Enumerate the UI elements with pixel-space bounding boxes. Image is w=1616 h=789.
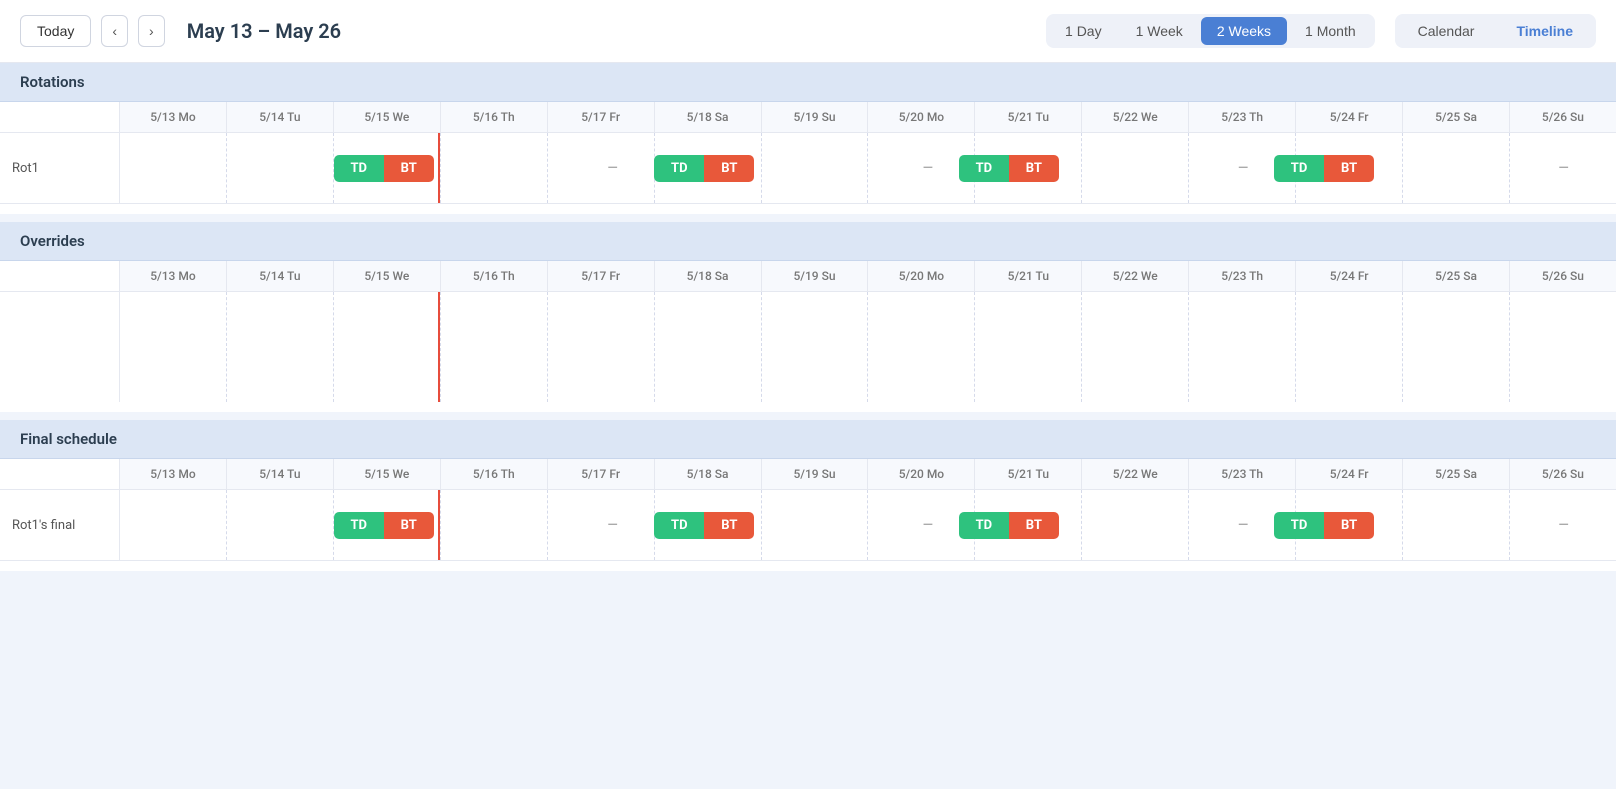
fs-col-6: 5/19 Su: [762, 459, 869, 489]
rot1-final-content: TD BT – TD BT: [120, 490, 1616, 560]
ov-col-9: 5/22 We: [1082, 261, 1189, 291]
fs-col-4: 5/17 Fr: [548, 459, 655, 489]
rot1-row: Rot1: [0, 133, 1616, 204]
view-1month[interactable]: 1 Month: [1289, 17, 1372, 45]
view-mode-group: Calendar Timeline: [1395, 14, 1596, 48]
section-div-1: [0, 214, 1616, 222]
fs-col-2: 5/15 We: [334, 459, 441, 489]
col-11: 5/24 Fr: [1296, 102, 1403, 132]
view-1day[interactable]: 1 Day: [1049, 17, 1118, 45]
fs-col-0: 5/13 Mo: [120, 459, 227, 489]
ov-col-7: 5/20 Mo: [868, 261, 975, 291]
rot1-content: TD BT – TD BT: [120, 133, 1616, 203]
col-13: 5/26 Su: [1510, 102, 1616, 132]
fs-col-3: 5/16 Th: [441, 459, 548, 489]
final-col-header-group: 5/13 Mo 5/14 Tu 5/15 We 5/16 Th 5/17 Fr …: [120, 459, 1616, 489]
col-12: 5/25 Sa: [1403, 102, 1510, 132]
rotations-grid: 5/13 Mo 5/14 Tu 5/15 We 5/16 Th 5/17 Fr …: [0, 102, 1616, 214]
col-8: 5/21 Tu: [975, 102, 1082, 132]
ov-col-8: 5/21 Tu: [975, 261, 1082, 291]
col-7: 5/20 Mo: [868, 102, 975, 132]
overrides-section: Overrides 5/13 Mo 5/14 Tu 5/15 We 5/16 T…: [0, 222, 1616, 412]
prev-button[interactable]: ‹: [101, 15, 128, 47]
fs-col-7: 5/20 Mo: [868, 459, 975, 489]
rot1-final-label: Rot1's final: [0, 490, 120, 560]
date-range: May 13 – May 26: [187, 19, 341, 43]
overrides-body: [0, 292, 1616, 402]
overrides-header: Overrides: [0, 222, 1616, 261]
rotations-padding: [0, 204, 1616, 214]
ov-col-12: 5/25 Sa: [1403, 261, 1510, 291]
overrides-body-label: [0, 292, 120, 402]
rot1-final-row: Rot1's final: [0, 490, 1616, 561]
rot1-label: Rot1: [0, 133, 120, 203]
view-period-group: 1 Day 1 Week 2 Weeks 1 Month: [1046, 14, 1375, 48]
fs-col-11: 5/24 Fr: [1296, 459, 1403, 489]
col-10: 5/23 Th: [1189, 102, 1296, 132]
final-padding: [0, 561, 1616, 571]
main-content: Rotations 5/13 Mo 5/14 Tu 5/15 We 5/16 T…: [0, 63, 1616, 789]
ov-col-0: 5/13 Mo: [120, 261, 227, 291]
final-label-empty: [0, 459, 120, 489]
ov-col-10: 5/23 Th: [1189, 261, 1296, 291]
overrides-grid: 5/13 Mo 5/14 Tu 5/15 We 5/16 Th 5/17 Fr …: [0, 261, 1616, 412]
col-4: 5/17 Fr: [548, 102, 655, 132]
view-1week[interactable]: 1 Week: [1120, 17, 1199, 45]
ov-col-2: 5/15 We: [334, 261, 441, 291]
view-timeline[interactable]: Timeline: [1496, 17, 1593, 45]
overrides-col-header-group: 5/13 Mo 5/14 Tu 5/15 We 5/16 Th 5/17 Fr …: [120, 261, 1616, 291]
fs-col-12: 5/25 Sa: [1403, 459, 1510, 489]
ov-col-6: 5/19 Su: [762, 261, 869, 291]
section-div-2: [0, 412, 1616, 420]
ov-col-11: 5/24 Fr: [1296, 261, 1403, 291]
ov-col-1: 5/14 Tu: [227, 261, 334, 291]
ov-col-5: 5/18 Sa: [655, 261, 762, 291]
next-button[interactable]: ›: [138, 15, 165, 47]
ov-col-4: 5/17 Fr: [548, 261, 655, 291]
final-schedule-header: Final schedule: [0, 420, 1616, 459]
fs-col-13: 5/26 Su: [1510, 459, 1616, 489]
rotations-header: Rotations: [0, 63, 1616, 102]
col-2: 5/15 We: [334, 102, 441, 132]
rotations-col-headers: 5/13 Mo 5/14 Tu 5/15 We 5/16 Th 5/17 Fr …: [0, 102, 1616, 133]
col-9: 5/22 We: [1082, 102, 1189, 132]
fs-col-5: 5/18 Sa: [655, 459, 762, 489]
col-6: 5/19 Su: [762, 102, 869, 132]
fs-col-9: 5/22 We: [1082, 459, 1189, 489]
overrides-padding: [0, 402, 1616, 412]
today-button[interactable]: Today: [20, 15, 91, 47]
col-0: 5/13 Mo: [120, 102, 227, 132]
final-schedule-section: Final schedule 5/13 Mo 5/14 Tu 5/15 We 5…: [0, 420, 1616, 571]
final-col-headers: 5/13 Mo 5/14 Tu 5/15 We 5/16 Th 5/17 Fr …: [0, 459, 1616, 490]
toolbar: Today ‹ › May 13 – May 26 1 Day 1 Week 2…: [0, 0, 1616, 63]
rotations-label-empty: [0, 102, 120, 132]
col-5: 5/18 Sa: [655, 102, 762, 132]
view-2weeks[interactable]: 2 Weeks: [1201, 17, 1287, 45]
ov-col-13: 5/26 Su: [1510, 261, 1616, 291]
col-1: 5/14 Tu: [227, 102, 334, 132]
overrides-col-headers: 5/13 Mo 5/14 Tu 5/15 We 5/16 Th 5/17 Fr …: [0, 261, 1616, 292]
fs-col-8: 5/21 Tu: [975, 459, 1082, 489]
fs-col-1: 5/14 Tu: [227, 459, 334, 489]
rotations-section: Rotations 5/13 Mo 5/14 Tu 5/15 We 5/16 T…: [0, 63, 1616, 214]
rotations-col-header-group: 5/13 Mo 5/14 Tu 5/15 We 5/16 Th 5/17 Fr …: [120, 102, 1616, 132]
final-schedule-grid: 5/13 Mo 5/14 Tu 5/15 We 5/16 Th 5/17 Fr …: [0, 459, 1616, 571]
view-calendar[interactable]: Calendar: [1398, 17, 1495, 45]
col-3: 5/16 Th: [441, 102, 548, 132]
fs-col-10: 5/23 Th: [1189, 459, 1296, 489]
app-container: Today ‹ › May 13 – May 26 1 Day 1 Week 2…: [0, 0, 1616, 789]
overrides-label-empty: [0, 261, 120, 291]
ov-col-3: 5/16 Th: [441, 261, 548, 291]
